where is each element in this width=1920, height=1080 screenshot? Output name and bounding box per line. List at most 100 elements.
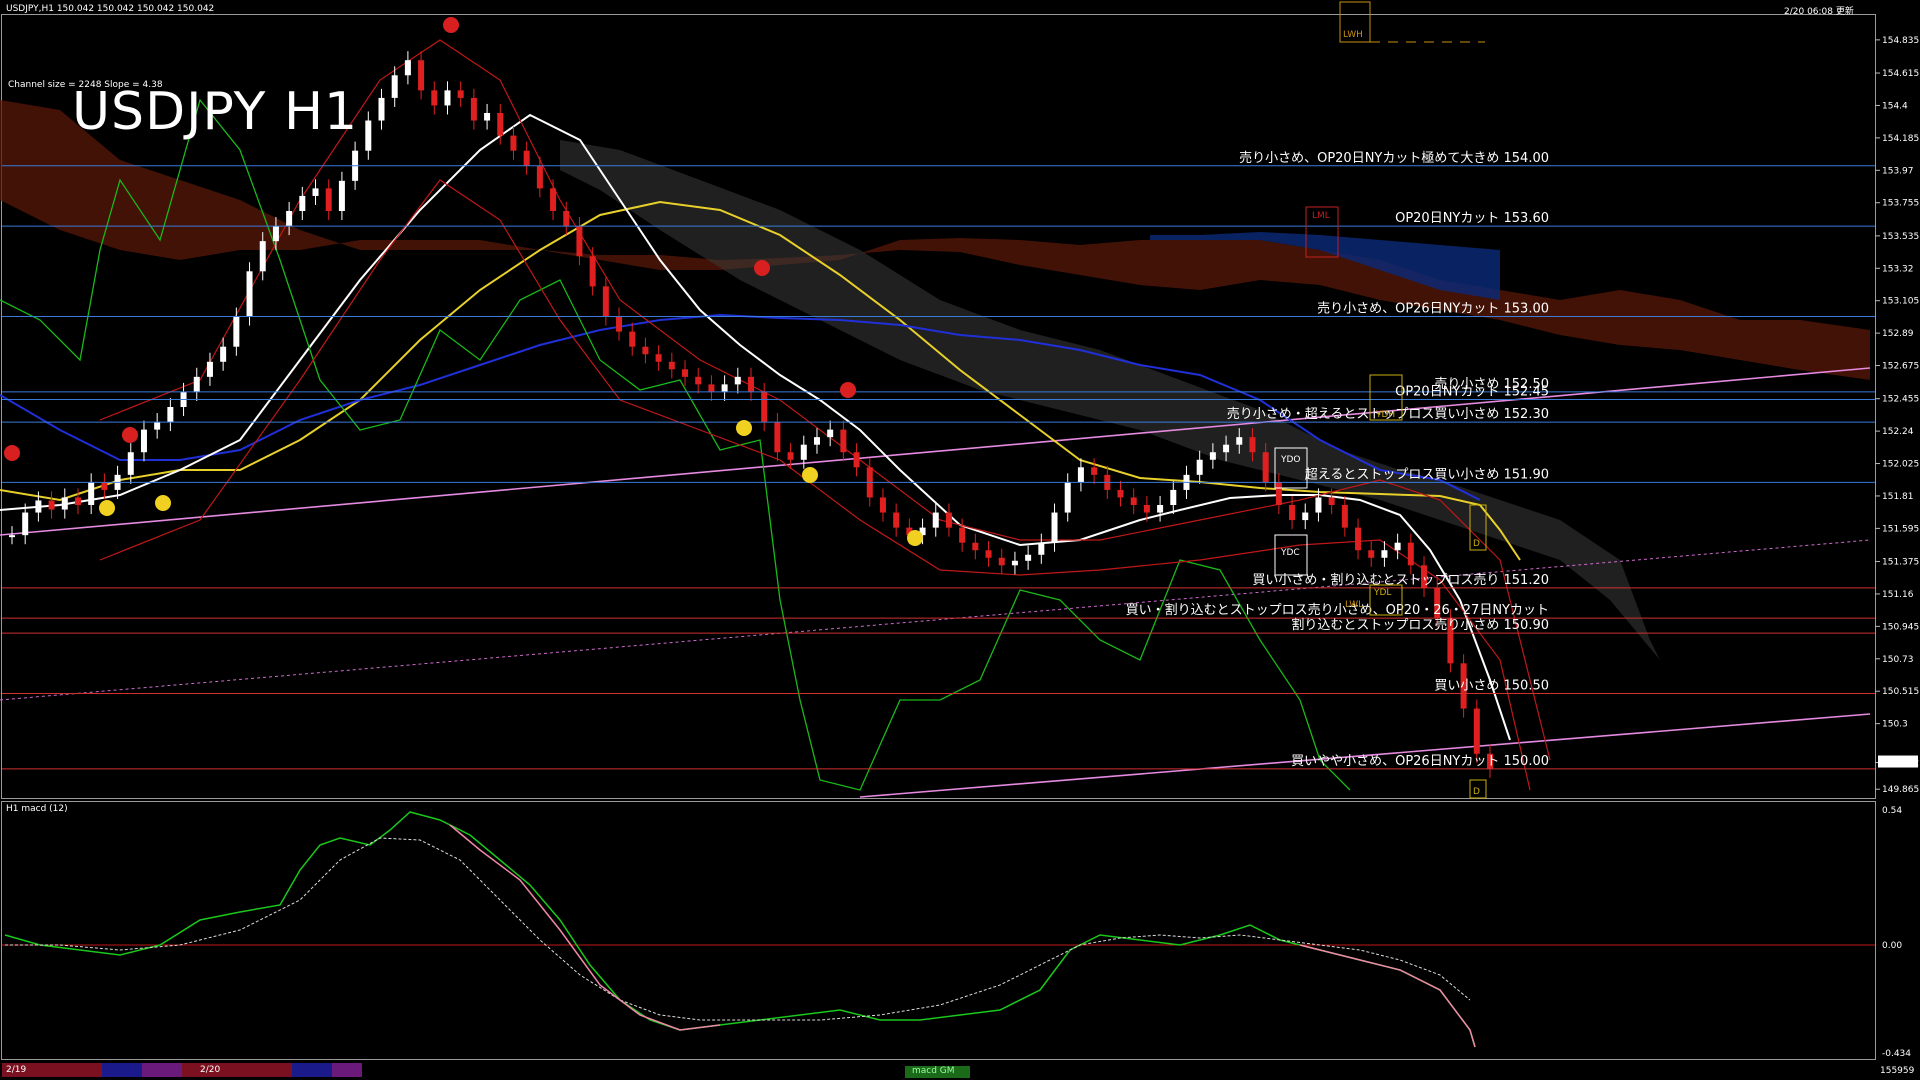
box-label-d2: D <box>1473 787 1480 797</box>
candle-body <box>325 188 332 211</box>
candle-body <box>853 452 860 468</box>
candle-body <box>734 376 741 385</box>
footer-date-1: 2/19 <box>6 1065 27 1075</box>
candle-body <box>418 60 425 91</box>
candle-body <box>61 497 68 510</box>
candle-body <box>9 535 15 538</box>
candle-body <box>1209 452 1216 460</box>
price-tick-label: 153.535 <box>1882 232 1919 242</box>
candle-body <box>167 407 174 423</box>
candle-body <box>1051 512 1058 543</box>
candle-body <box>127 452 134 475</box>
level-label: 割り込むとストップロス売り小さめ 150.90 <box>1291 617 1549 633</box>
footer-date-2: 2/20 <box>200 1065 221 1075</box>
candle-body <box>220 346 227 362</box>
candle-body <box>1407 542 1414 566</box>
candle-body <box>813 437 820 445</box>
candle-body <box>1091 467 1098 475</box>
price-tick-label: 154.835 <box>1882 36 1919 46</box>
candle-body <box>642 346 649 355</box>
level-label: 買い小さめ 150.50 <box>1434 678 1549 693</box>
candle-body <box>1289 505 1296 521</box>
candle-body <box>1170 489 1177 506</box>
box-label-ydh: YDH <box>1375 410 1395 420</box>
candle-body <box>48 500 55 510</box>
candle-body <box>682 369 689 377</box>
price-tick-label: 154.615 <box>1882 69 1919 79</box>
candle-body <box>655 354 662 362</box>
candle-body <box>985 550 992 558</box>
macd-tab[interactable]: macd GM <box>912 1066 955 1076</box>
candle-body <box>497 112 504 136</box>
candle-body <box>193 376 200 392</box>
candle-body <box>233 316 240 347</box>
candle-body <box>959 527 966 543</box>
macd-tick-label: 0.00 <box>1882 941 1902 951</box>
candle-body <box>523 150 530 166</box>
candle-body <box>629 331 636 347</box>
price-tick-label: 151.81 <box>1882 492 1914 502</box>
chart-canvas: 売り小さめ、OP20日NYカット極めて大きめ 154.00 OP20日NYカット … <box>0 0 1920 1080</box>
box-label-ydo: YDO <box>1280 455 1301 465</box>
box-label-lml: LML <box>1312 211 1330 221</box>
candle-body <box>1328 497 1335 506</box>
candle-body <box>74 497 81 506</box>
candle-body <box>972 542 979 551</box>
candle-body <box>576 226 583 257</box>
price-tick-label: 153.32 <box>1882 264 1914 274</box>
candle-body <box>774 422 781 453</box>
candle-body <box>154 422 161 430</box>
candle-body <box>550 188 557 211</box>
candle-body <box>391 75 398 98</box>
candle-body <box>1143 505 1150 513</box>
candle-body <box>1341 505 1348 528</box>
candle-body <box>1077 467 1084 483</box>
box-label-d1: D <box>1473 539 1480 549</box>
candle-body <box>88 482 95 506</box>
price-tick-label: 151.595 <box>1882 524 1919 534</box>
candle-body <box>272 226 279 242</box>
candle-body <box>761 391 768 423</box>
candle-body <box>1236 437 1243 445</box>
macd-tick-label: 0.54 <box>1882 806 1902 816</box>
level-label: 売り小さめ、OP26日NYカット 153.00 <box>1317 301 1549 317</box>
candle-body <box>563 210 570 227</box>
candle-body <box>616 316 623 332</box>
candle-body <box>1368 550 1375 558</box>
candle-body <box>879 497 886 513</box>
price-tick-label: 152.455 <box>1882 395 1919 405</box>
candle-body <box>536 165 543 189</box>
price-tick-label: 150.042 <box>1882 759 1919 769</box>
price-tick-label: 152.89 <box>1882 329 1914 339</box>
candle-body <box>695 376 702 385</box>
candle-body <box>259 241 266 272</box>
candle-body <box>1011 560 1018 566</box>
price-tick-label: 150.515 <box>1882 687 1919 697</box>
candle-body <box>721 384 728 392</box>
candle-body <box>1394 542 1401 551</box>
candle-body <box>1275 482 1282 506</box>
price-tick-label: 151.16 <box>1882 590 1914 600</box>
price-tick-label: 153.105 <box>1882 297 1919 307</box>
candle-body <box>589 256 596 287</box>
candle-body <box>312 188 319 196</box>
footer-bar <box>0 1062 1920 1080</box>
candle-body <box>457 90 464 98</box>
price-tick-label: 152.24 <box>1882 427 1914 437</box>
level-label: 買いやや小さめ、OP26日NYカット 150.00 <box>1291 754 1549 769</box>
candle-body <box>840 429 847 453</box>
candle-body <box>404 60 411 76</box>
price-tick-label: 151.375 <box>1882 558 1919 568</box>
candle-body <box>338 180 345 211</box>
price-tick-label: 150.3 <box>1882 720 1908 730</box>
candle-body <box>101 482 108 490</box>
candle-body <box>800 444 807 460</box>
level-label: 売り小さめ、OP20日NYカット極めて大きめ 154.00 <box>1239 150 1549 166</box>
candle-body <box>206 361 213 377</box>
level-label: 買い・割り込むとストップロス売り小さめ、OP20・26・27日NYカット <box>1126 602 1549 618</box>
candle-body <box>22 512 29 536</box>
chart-big-title: USDJPY H1 <box>72 82 359 142</box>
price-tick-label: 149.865 <box>1882 785 1919 795</box>
candle-body <box>932 512 939 528</box>
candle-body <box>1381 550 1388 558</box>
